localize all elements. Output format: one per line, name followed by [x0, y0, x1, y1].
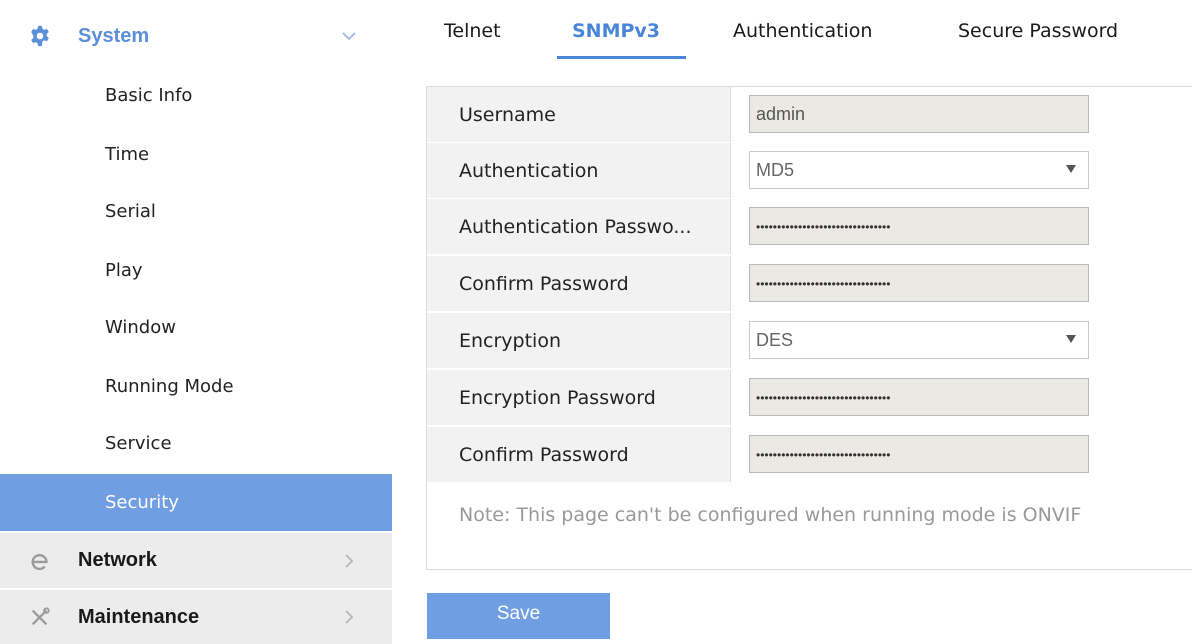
sidebar-item-service[interactable]: Service [0, 415, 392, 471]
field-label: Confirm Password [427, 256, 731, 311]
sidebar-group-label: Network [78, 549, 157, 571]
authentication-password-field[interactable]: •••••••••••••••••••••••••••••••• [749, 207, 1089, 245]
masked-password: •••••••••••••••••••••••••••••••• [756, 220, 891, 234]
dropdown-arrow-icon [1066, 335, 1076, 343]
save-button[interactable]: Save [427, 593, 610, 639]
active-tab-indicator [557, 56, 686, 59]
chevron-right-icon [340, 552, 358, 570]
masked-password: •••••••••••••••••••••••••••••••• [756, 391, 891, 405]
authentication-select[interactable]: MD5 [749, 151, 1089, 189]
sidebar-item-play[interactable]: Play [0, 242, 392, 298]
field-label: Encryption Password [427, 370, 731, 425]
form-row-authentication-password: Authentication Passwo... •••••••••••••••… [427, 199, 1192, 255]
form-row-username: Username admin [427, 87, 1192, 143]
sidebar-item-label: Time [105, 143, 150, 165]
masked-password: •••••••••••••••••••••••••••••••• [756, 448, 891, 462]
sidebar-group-network[interactable]: Network [0, 533, 392, 588]
field-label: Authentication [427, 143, 731, 198]
field-label: Confirm Password [427, 427, 731, 482]
field-label: Authentication Passwo... [427, 199, 731, 254]
field-value: admin [756, 103, 806, 124]
field-label: Encryption [427, 313, 731, 368]
tab-authentication[interactable]: Authentication [733, 20, 872, 42]
tools-icon [28, 605, 52, 629]
sidebar-item-label: Play [105, 259, 143, 281]
sidebar-item-security[interactable]: Security [0, 474, 392, 531]
tab-telnet[interactable]: Telnet [444, 20, 501, 42]
dropdown-arrow-icon [1066, 165, 1076, 173]
masked-password: •••••••••••••••••••••••••••••••• [756, 277, 891, 291]
sidebar-item-label: Running Mode [105, 375, 234, 397]
sidebar-group-label: Maintenance [78, 605, 200, 628]
username-field[interactable]: admin [749, 95, 1089, 133]
chevron-down-icon [340, 27, 358, 45]
selected-value: DES [756, 329, 794, 350]
sidebar-item-running-mode[interactable]: Running Mode [0, 358, 392, 414]
form-row-confirm-password: Confirm Password •••••••••••••••••••••••… [427, 256, 1192, 312]
field-label: Username [427, 87, 731, 142]
sidebar-group-label: System [78, 24, 150, 47]
confirm-auth-password-field[interactable]: •••••••••••••••••••••••••••••••• [749, 264, 1089, 302]
sidebar-group-maintenance[interactable]: Maintenance [0, 590, 392, 644]
network-e-icon [28, 549, 52, 573]
sidebar-item-time[interactable]: Time [0, 126, 392, 182]
gear-icon [28, 24, 52, 48]
tab-secure-password[interactable]: Secure Password [958, 20, 1118, 42]
form-row-authentication: Authentication MD5 [427, 143, 1192, 199]
encryption-select[interactable]: DES [749, 321, 1089, 359]
sidebar-item-serial[interactable]: Serial [0, 183, 392, 239]
sidebar-item-label: Service [105, 432, 172, 454]
sidebar-item-label: Basic Info [105, 84, 193, 106]
tab-bar: Telnet SNMPv3 Authentication Secure Pass… [426, 0, 1192, 70]
form-row-encryption: Encryption DES [427, 313, 1192, 369]
app-window: System Basic Info Time Serial Play Windo… [0, 0, 1192, 644]
tab-snmpv3[interactable]: SNMPv3 [572, 20, 660, 42]
confirm-encryption-password-field[interactable]: •••••••••••••••••••••••••••••••• [749, 435, 1089, 473]
sidebar-item-label: Security [105, 492, 179, 513]
divider [392, 0, 393, 644]
snmpv3-form: Username admin Authentication MD5 Authen… [426, 86, 1192, 570]
sidebar-item-basic-info[interactable]: Basic Info [0, 67, 392, 123]
sidebar: System Basic Info Time Serial Play Windo… [0, 0, 392, 644]
encryption-password-field[interactable]: •••••••••••••••••••••••••••••••• [749, 378, 1089, 416]
form-row-encryption-password: Encryption Password ••••••••••••••••••••… [427, 370, 1192, 426]
onvif-note: Note: This page can't be configured when… [459, 504, 1082, 526]
chevron-right-icon [340, 608, 358, 626]
selected-value: MD5 [756, 159, 795, 180]
sidebar-item-window[interactable]: Window [0, 299, 392, 355]
sidebar-item-label: Window [105, 316, 176, 338]
form-row-confirm-encryption-password: Confirm Password •••••••••••••••••••••••… [427, 427, 1192, 483]
sidebar-item-label: Serial [105, 200, 156, 222]
sidebar-group-system[interactable]: System [0, 8, 392, 64]
